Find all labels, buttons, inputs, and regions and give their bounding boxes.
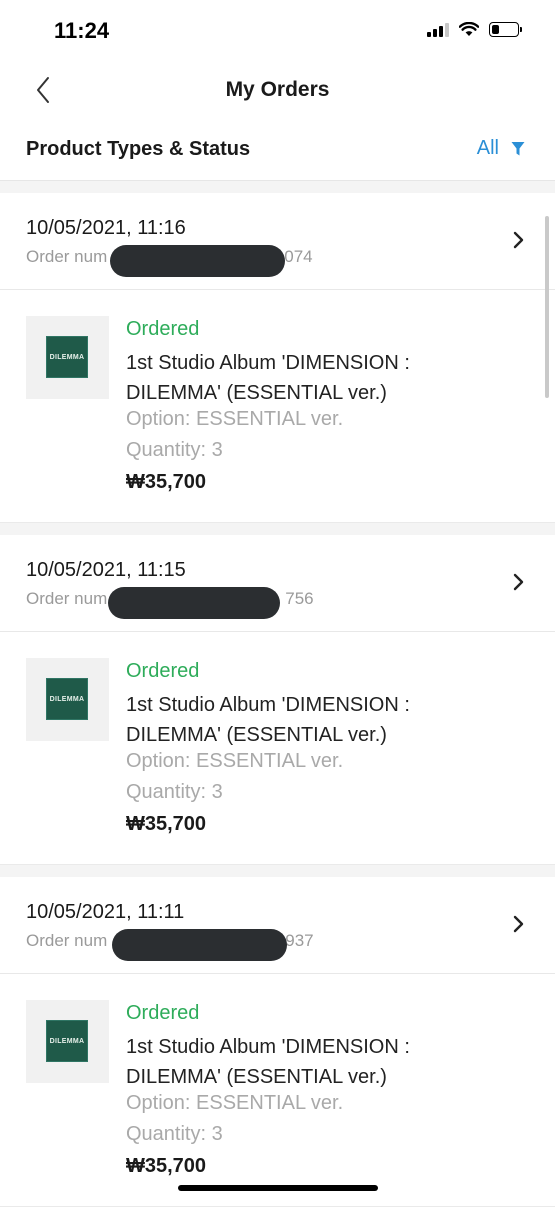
filter-button[interactable]: All: [477, 137, 525, 160]
order-status: Ordered: [126, 660, 200, 682]
battery-level: [492, 25, 499, 34]
album-cover: DILEMMA: [46, 1020, 88, 1062]
home-indicator[interactable]: [178, 1185, 378, 1191]
section-divider: [0, 865, 555, 877]
order-item[interactable]: DILEMMA Ordered 1st Studio Album 'DIMENS…: [0, 974, 555, 1207]
product-quantity: Quantity: 3: [126, 781, 223, 803]
order-status: Ordered: [126, 318, 200, 340]
product-name: 1st Studio Album 'DIMENSION : DILEMMA' (…: [126, 352, 410, 404]
order-header[interactable]: 10/05/2021, 11:11 Order num 937: [0, 877, 555, 974]
page-title: My Orders: [225, 78, 330, 101]
wifi-icon: [459, 22, 479, 36]
album-cover-text: DILEMMA: [49, 695, 85, 703]
redaction-bar: [108, 587, 280, 619]
section-divider: [0, 523, 555, 535]
filter-bar: Product Types & Status All: [0, 126, 555, 181]
status-time: 11:24: [54, 18, 110, 43]
battery-icon: [489, 22, 522, 37]
product-name: 1st Studio Album 'DIMENSION : DILEMMA' (…: [126, 694, 410, 746]
product-option: Option: ESSENTIAL ver.: [126, 1092, 344, 1114]
filter-label: All: [476, 137, 499, 159]
order-number-label: Order num: [26, 247, 108, 266]
album-cover: DILEMMA: [46, 336, 88, 378]
order-date: 10/05/2021, 11:16: [26, 217, 186, 239]
order-number-suffix: 937: [285, 931, 314, 950]
filter-title: Product Types & Status: [26, 138, 251, 160]
chevron-right-icon: [513, 573, 524, 591]
chevron-right-icon: [513, 231, 524, 249]
status-icons: [427, 22, 522, 37]
order-header[interactable]: 10/05/2021, 11:16 Order num 074: [0, 193, 555, 290]
section-divider: [0, 181, 555, 193]
product-quantity: Quantity: 3: [126, 439, 223, 461]
product-thumbnail: DILEMMA: [26, 316, 109, 399]
order-number-suffix: 074: [284, 247, 313, 266]
order-date: 10/05/2021, 11:11: [26, 901, 185, 923]
chevron-right-icon: [513, 915, 524, 933]
product-price: ₩35,700: [126, 471, 207, 493]
cellular-signal-icon: [427, 22, 449, 37]
product-option: Option: ESSENTIAL ver.: [126, 408, 344, 430]
order-item[interactable]: DILEMMA Ordered 1st Studio Album 'DIMENS…: [0, 290, 555, 523]
product-price: ₩35,700: [126, 813, 207, 835]
album-cover-text: DILEMMA: [49, 353, 85, 361]
order-number-label: Order num: [26, 589, 108, 608]
product-quantity: Quantity: 3: [126, 1123, 223, 1145]
product-name: 1st Studio Album 'DIMENSION : DILEMMA' (…: [126, 1036, 410, 1088]
album-cover-text: DILEMMA: [49, 1037, 85, 1045]
product-option: Option: ESSENTIAL ver.: [126, 750, 344, 772]
order-header[interactable]: 10/05/2021, 11:15 Order num 756: [0, 535, 555, 632]
filter-funnel-icon: [511, 141, 525, 155]
product-thumbnail: DILEMMA: [26, 1000, 109, 1083]
product-thumbnail: DILEMMA: [26, 658, 109, 741]
scrollbar[interactable]: [545, 216, 549, 398]
order-date: 10/05/2021, 11:15: [26, 559, 186, 581]
redaction-bar: [110, 245, 285, 277]
album-cover: DILEMMA: [46, 678, 88, 720]
redaction-bar: [112, 929, 287, 961]
nav-bar: My Orders: [0, 62, 555, 118]
product-price: ₩35,700: [126, 1155, 207, 1177]
order-number-label: Order num: [26, 931, 108, 950]
status-bar: 11:24: [0, 0, 555, 62]
order-status: Ordered: [126, 1002, 200, 1024]
order-number-suffix: 756: [285, 589, 314, 608]
orders-list[interactable]: 10/05/2021, 11:16 Order num 074 DILEMMA O…: [0, 181, 555, 1207]
order-item[interactable]: DILEMMA Ordered 1st Studio Album 'DIMENS…: [0, 632, 555, 865]
